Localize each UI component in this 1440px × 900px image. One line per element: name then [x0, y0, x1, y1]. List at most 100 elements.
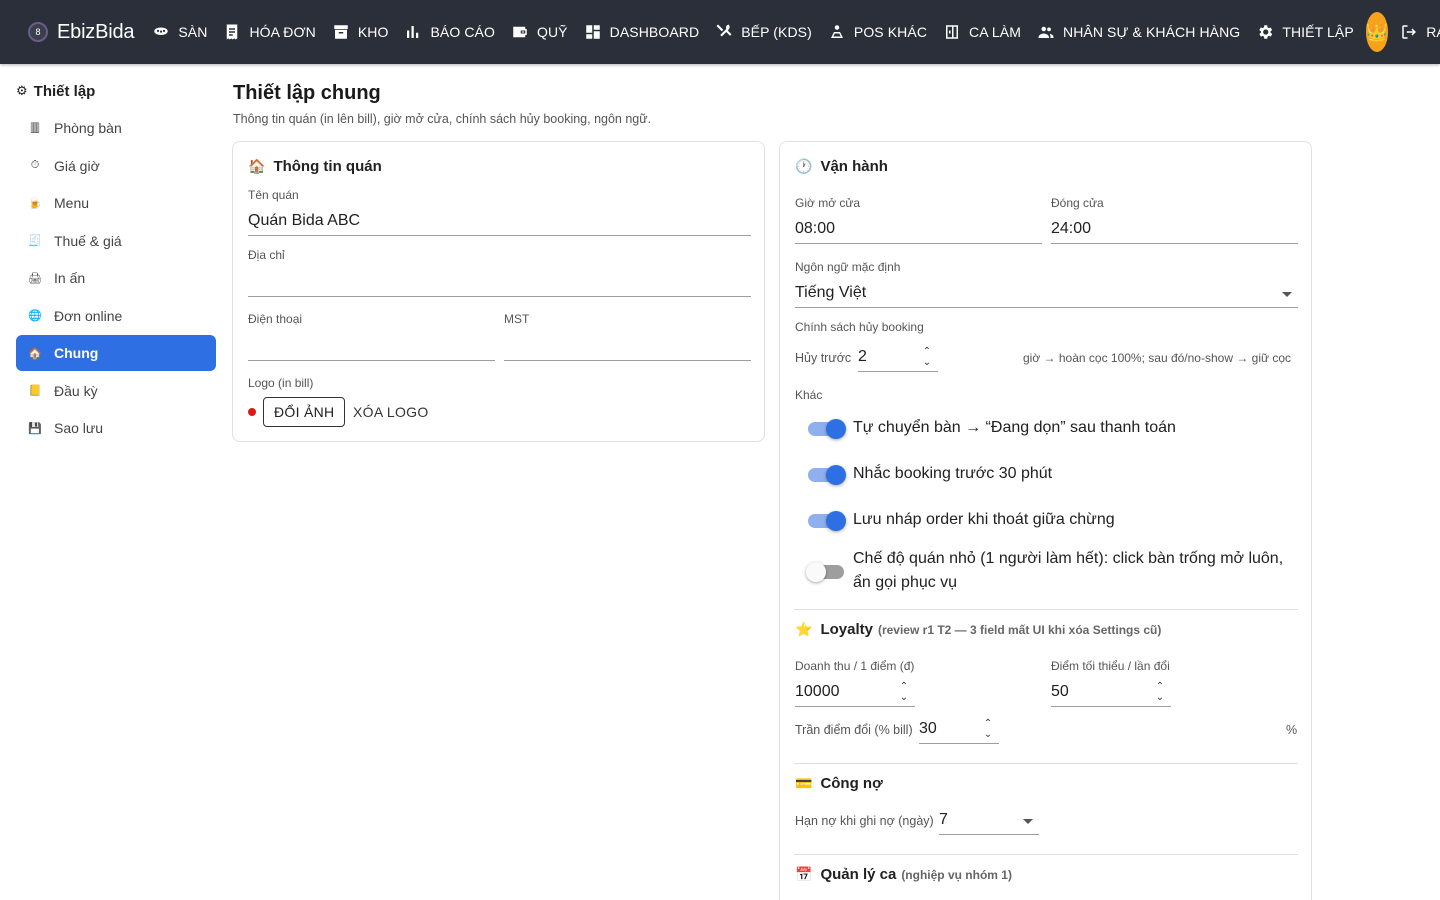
logout-icon	[1400, 23, 1418, 41]
sidebar-item-label: Đơn online	[54, 307, 123, 324]
shop-name-input[interactable]: Quán Bida ABC	[248, 208, 751, 236]
sidebar-item-4[interactable]: 🖨 In ấn	[16, 260, 216, 296]
nav-item-label: BẾP (KDS)	[741, 24, 812, 40]
auto-cleaning-toggle[interactable]	[808, 419, 846, 439]
nav-item-nh-n-s-kh-ch-h-ng[interactable]: NHÂN SỰ & KHÁCH HÀNG	[1029, 0, 1248, 64]
nav-item-b-o-c-o[interactable]: BÁO CÁO	[396, 0, 503, 64]
close-time-input[interactable]: 24:00	[1051, 216, 1298, 244]
sidebar-item-icon: 🏠	[28, 347, 42, 360]
sidebar-item-label: Giá giờ	[54, 157, 100, 174]
open-time-input[interactable]: 08:00	[795, 216, 1042, 244]
sidebar-item-3[interactable]: 🧾 Thuế & giá	[16, 223, 216, 259]
cancel-before-label: Hủy trước	[795, 351, 852, 365]
nav-item-s-n[interactable]: SÀN	[144, 0, 215, 64]
sidebar-item-6[interactable]: 🏠 Chung	[16, 335, 216, 371]
brand-logo-icon: 8	[28, 22, 48, 42]
sidebar-title: ⚙ Thiết lập	[16, 82, 96, 100]
nav-item-ca-l-m[interactable]: CA LÀM	[935, 0, 1029, 64]
sidebar-item-icon: 🧾	[28, 235, 42, 247]
brand[interactable]: 8 EbizBida	[28, 20, 135, 44]
card-icon: 💳	[795, 775, 813, 791]
sidebar-item-icon: ⏱	[30, 159, 40, 171]
shop-info-card: 🏠 Thông tin quán Tên quán Quán Bida ABC …	[232, 141, 765, 442]
shop-info-heading: 🏠 Thông tin quán	[248, 158, 382, 175]
stepper-icon[interactable]: ⌃ ⌄	[920, 346, 934, 368]
tax-input[interactable]	[504, 333, 751, 361]
change-logo-button[interactable]: ĐỔI ẢNH	[263, 397, 346, 427]
cancel-hint: giờ → hoàn cọc 100%; sau đó/no-show → gi…	[1023, 351, 1292, 365]
gear-icon: ⚙	[16, 83, 28, 98]
nav-item-label: KHO	[357, 24, 389, 40]
billiard-icon	[152, 23, 170, 41]
nav-item-thi-t-l-p[interactable]: THIẾT LẬP	[1248, 0, 1361, 64]
logo-label: Logo (in bill)	[248, 376, 314, 390]
nav-item-h-a-n[interactable]: HÓA ĐƠN	[215, 0, 323, 64]
shift-heading: 📅 Quản lý ca (nghiệp vụ nhóm 1)	[795, 866, 1012, 883]
sidebar-item-label: Menu	[54, 195, 90, 211]
cancel-hours-input[interactable]: 2 ⌃ ⌄	[858, 344, 938, 372]
remove-logo-button[interactable]: XÓA LOGO	[353, 397, 429, 427]
sidebar-item-label: Thuế & giá	[54, 232, 122, 249]
operations-heading: 🕐 Vận hành	[795, 158, 888, 175]
sidebar-item-icon: 🌐	[28, 310, 42, 322]
sidebar-item-5[interactable]: 🌐 Đơn online	[16, 298, 216, 334]
house-icon: 🏠	[248, 158, 266, 174]
nav-item-label: QUỸ	[536, 24, 568, 40]
chevron-down-icon	[1282, 292, 1292, 297]
sidebar-item-0[interactable]: 🀫 Phòng bàn	[16, 110, 216, 146]
stepper-icon[interactable]: ⌃ ⌄	[897, 681, 911, 703]
clock-icon: 🕐	[795, 158, 813, 174]
brand-name: EbizBida	[57, 20, 135, 43]
other-label: Khác	[795, 388, 823, 402]
nav-item-pos-kh-c[interactable]: POS KHÁC	[820, 0, 935, 64]
min-points-label: Điểm tối thiểu / lần đổi	[1051, 659, 1170, 673]
address-input[interactable]	[248, 269, 751, 297]
logout-label: RA	[1426, 24, 1440, 40]
cancel-policy-label: Chính sách hủy booking	[795, 320, 924, 334]
sidebar-item-label: Chung	[54, 345, 99, 361]
sidebar-item-8[interactable]: 💾 Sao lưu	[16, 410, 216, 446]
sidebar-item-label: Phòng bàn	[54, 120, 122, 136]
nav-item-label: POS KHÁC	[853, 24, 928, 40]
user-avatar[interactable]: 👑	[1365, 12, 1389, 52]
sidebar-item-2[interactable]: 🍺 Menu	[16, 185, 216, 221]
phone-label: Điện thoại	[248, 312, 303, 326]
revenue-per-point-input[interactable]: 10000 ⌃ ⌄	[795, 679, 915, 707]
language-select[interactable]: Tiếng Việt	[795, 280, 1298, 308]
nav-item-qu[interactable]: QUỸ	[503, 0, 576, 64]
sidebar-item-7[interactable]: 📒 Đầu kỳ	[16, 373, 216, 409]
chevron-down-icon	[1023, 819, 1033, 824]
divider	[794, 854, 1298, 855]
points-cap-unit: %	[1286, 723, 1298, 737]
tax-label: MST	[504, 312, 530, 326]
star-icon: ⭐	[795, 621, 813, 637]
person-pos-icon	[828, 23, 846, 41]
nav-item-b-p-kds[interactable]: BẾP (KDS)	[707, 0, 820, 64]
min-points-input[interactable]: 50 ⌃ ⌄	[1051, 679, 1171, 707]
sidebar-item-icon: 🖨	[28, 272, 42, 285]
revenue-per-point-label: Doanh thu / 1 điểm (đ)	[795, 659, 915, 673]
stepper-icon[interactable]: ⌃ ⌄	[981, 718, 995, 740]
divider	[794, 763, 1298, 764]
stepper-icon[interactable]: ⌃ ⌄	[1153, 681, 1167, 703]
nav-item-dashboard[interactable]: DASHBOARD	[576, 0, 708, 64]
logo-status-dot	[248, 408, 256, 416]
sidebar-item-icon: 🍺	[28, 197, 42, 210]
nav-item-label: THIẾT LẬP	[1282, 24, 1354, 40]
phone-input[interactable]	[248, 333, 495, 361]
nav-item-label: BÁO CÁO	[430, 24, 495, 40]
logout-button[interactable]: RA	[1392, 0, 1440, 64]
settings-sidebar: ⚙ Thiết lập 🀫 Phòng bàn ⏱ Giá giờ 🍺 Menu 🧾 Thuế…	[16, 76, 216, 448]
sidebar-item-1[interactable]: ⏱ Giá giờ	[16, 148, 216, 184]
debt-limit-select[interactable]: 7	[939, 807, 1039, 835]
bar-chart-icon	[404, 23, 422, 41]
nav-item-label: CA LÀM	[969, 24, 1021, 40]
save-draft-toggle[interactable]	[808, 511, 846, 531]
calendar-icon: 📅	[795, 866, 813, 882]
small-shop-toggle[interactable]	[806, 562, 844, 582]
shift-icon	[943, 23, 961, 41]
booking-reminder-toggle[interactable]	[808, 465, 846, 485]
loyalty-heading: ⭐ Loyalty (review r1 T2 — 3 field mất UI…	[795, 621, 1162, 638]
nav-item-kho[interactable]: KHO	[324, 0, 397, 64]
points-cap-input[interactable]: 30 ⌃ ⌄	[919, 716, 999, 744]
